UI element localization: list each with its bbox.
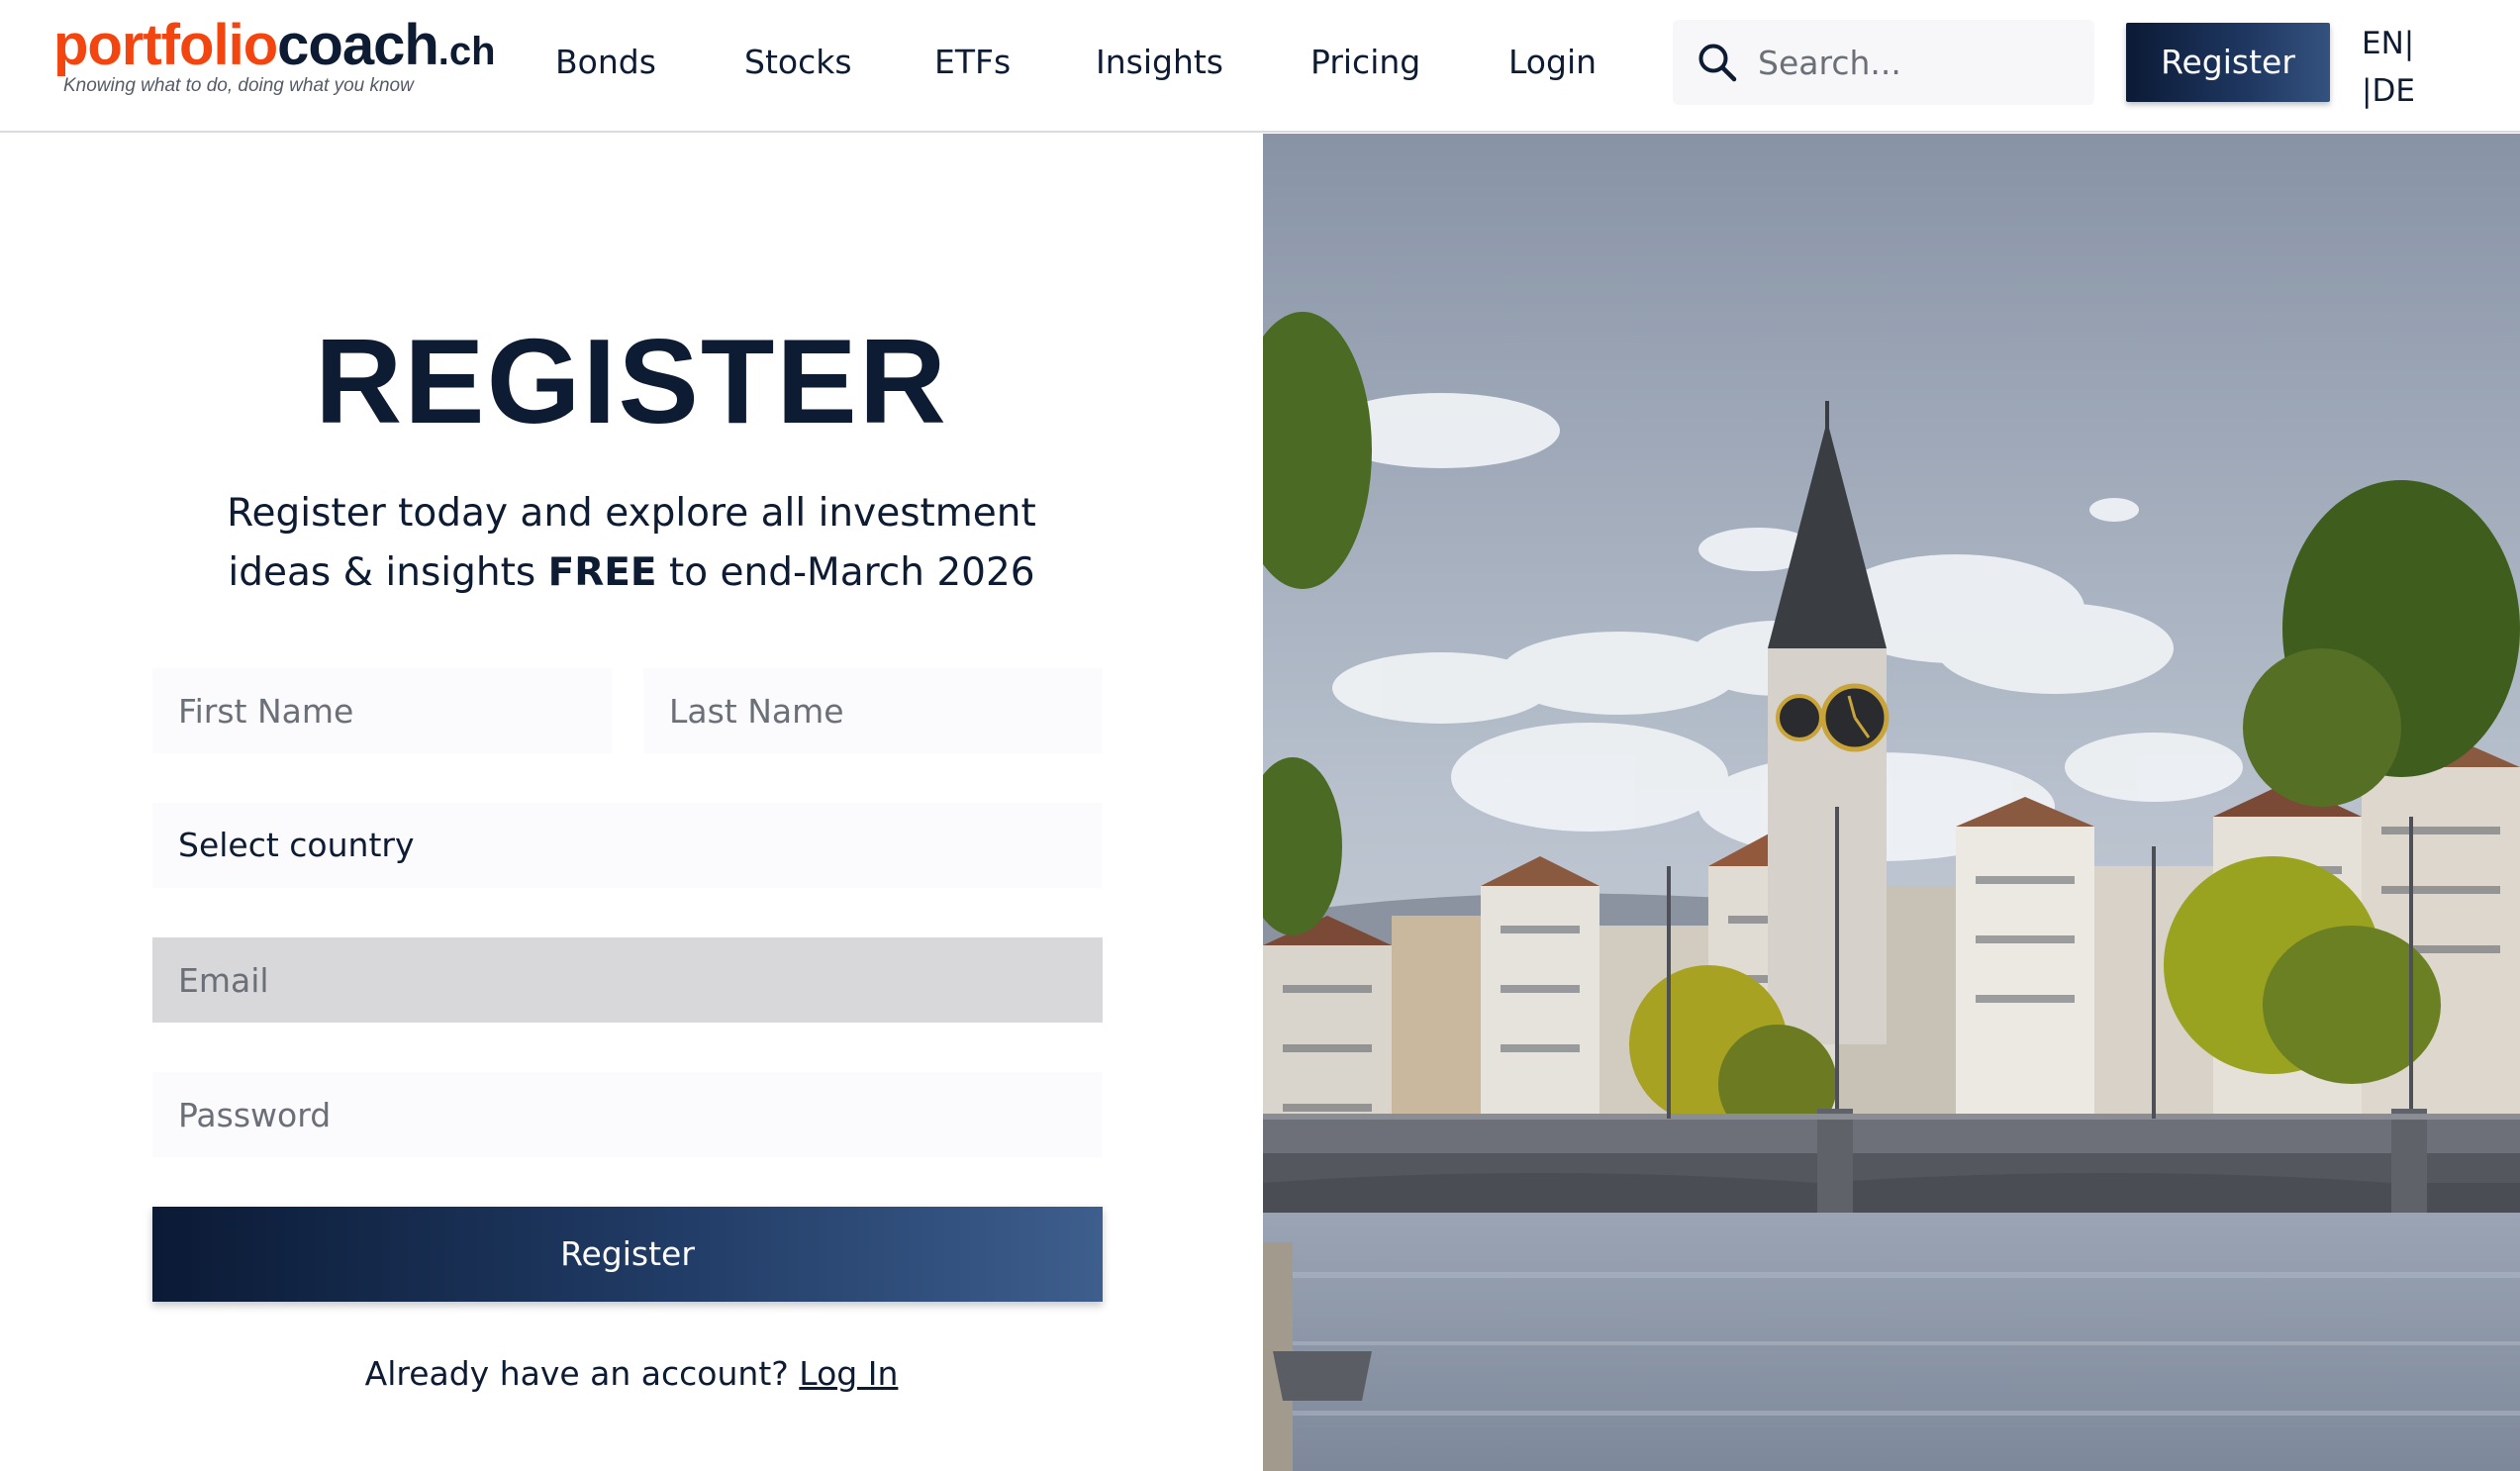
search-box[interactable] xyxy=(1673,20,2094,105)
site-header: portfoliocoach.ch Knowing what to do, do… xyxy=(0,0,2520,133)
logo-part-portfolio: portfolio xyxy=(53,13,278,77)
lang-separator: | xyxy=(2362,73,2373,109)
country-select[interactable]: Select country xyxy=(152,803,1103,888)
login-link[interactable]: Log In xyxy=(799,1354,898,1393)
subtitle-line-2-post: to end-March 2026 xyxy=(656,550,1035,595)
subtitle-free-highlight: FREE xyxy=(547,550,657,595)
language-switcher: EN| |DE xyxy=(2362,20,2415,115)
subtitle-line-1: Register today and explore all investmen… xyxy=(227,491,1036,536)
nav-insights[interactable]: Insights xyxy=(1096,38,1223,87)
login-prompt: Already have an account? Log In xyxy=(0,1349,1263,1399)
hero-image xyxy=(1263,134,2520,1471)
register-submit-button[interactable]: Register xyxy=(152,1207,1103,1302)
first-name-field[interactable] xyxy=(152,668,612,753)
nav-pricing[interactable]: Pricing xyxy=(1310,38,1420,87)
logo-part-coach: coach xyxy=(277,13,439,77)
lang-de[interactable]: DE xyxy=(2372,73,2414,109)
last-name-field[interactable] xyxy=(643,668,1103,753)
register-panel: REGISTER Register today and explore all … xyxy=(0,134,1263,1471)
lang-separator: | xyxy=(2403,26,2415,61)
logo-part-domain: .ch xyxy=(437,30,496,73)
search-icon[interactable] xyxy=(1696,42,1738,83)
email-field[interactable] xyxy=(152,937,1103,1023)
have-account-text: Already have an account? xyxy=(364,1354,789,1393)
zurich-river-photo xyxy=(1263,134,2520,1471)
search-input[interactable] xyxy=(1758,36,2075,89)
lang-en[interactable]: EN xyxy=(2362,26,2404,61)
page-title: REGISTER xyxy=(315,314,948,448)
header-register-button[interactable]: Register xyxy=(2126,23,2330,102)
nav-etfs[interactable]: ETFs xyxy=(934,38,1011,87)
nav-login[interactable]: Login xyxy=(1508,38,1597,87)
site-logo[interactable]: portfoliocoach.ch Knowing what to do, do… xyxy=(53,10,529,105)
password-field[interactable] xyxy=(152,1072,1103,1157)
nav-bonds[interactable]: Bonds xyxy=(555,38,656,87)
subtitle-line-2-pre: ideas & insights xyxy=(228,550,548,595)
logo-tagline: Knowing what to do, doing what you know xyxy=(63,75,414,96)
register-subtitle: Register today and explore all investmen… xyxy=(0,484,1263,603)
nav-stocks[interactable]: Stocks xyxy=(744,38,852,87)
